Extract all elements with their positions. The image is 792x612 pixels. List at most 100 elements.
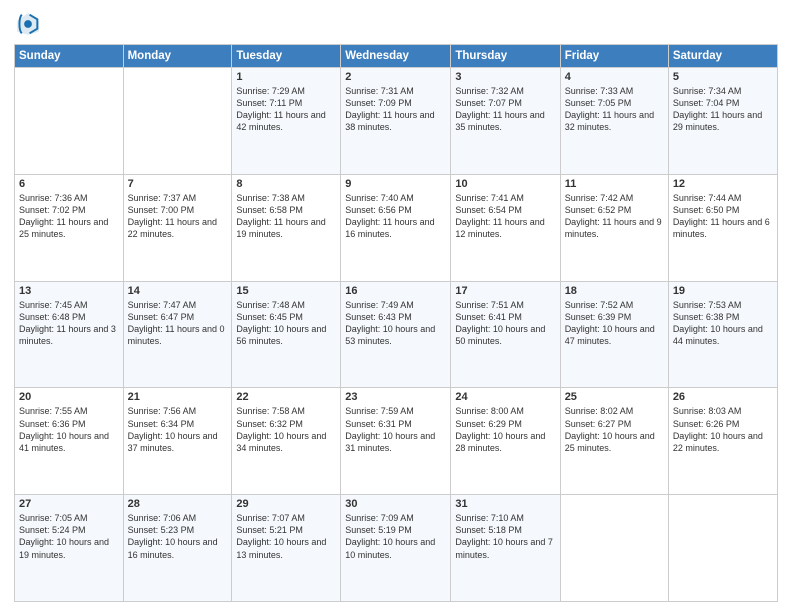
weekday-header-thursday: Thursday — [451, 45, 560, 68]
weekday-header-sunday: Sunday — [15, 45, 124, 68]
cell-sun-info: Sunrise: 7:37 AM Sunset: 7:00 PM Dayligh… — [128, 192, 228, 241]
cell-sun-info: Sunrise: 7:05 AM Sunset: 5:24 PM Dayligh… — [19, 512, 119, 561]
calendar-cell: 25 Sunrise: 8:02 AM Sunset: 6:27 PM Dayli… — [560, 388, 668, 495]
calendar-cell: 26Sunrise: 8:03 AM Sunset: 6:26 PM Dayli… — [668, 388, 777, 495]
calendar-table: SundayMondayTuesdayWednesdayThursdayFrid… — [14, 44, 778, 602]
calendar-cell: 2 Sunrise: 7:31 AM Sunset: 7:09 PM Daylig… — [341, 68, 451, 175]
calendar-cell — [123, 68, 232, 175]
calendar-week-row: 13 Sunrise: 7:45 AM Sunset: 6:48 PM Dayli… — [15, 281, 778, 388]
calendar-week-row: 20 Sunrise: 7:55 AM Sunset: 6:36 PM Dayli… — [15, 388, 778, 495]
logo — [14, 10, 46, 38]
cell-sun-info: Sunrise: 7:53 AM Sunset: 6:38 PM Dayligh… — [673, 299, 773, 348]
cell-sun-info: Sunrise: 7:55 AM Sunset: 6:36 PM Dayligh… — [19, 405, 119, 454]
weekday-header-wednesday: Wednesday — [341, 45, 451, 68]
calendar-cell: 18Sunrise: 7:52 AM Sunset: 6:39 PM Dayli… — [560, 281, 668, 388]
calendar-cell: 23Sunrise: 7:59 AM Sunset: 6:31 PM Dayli… — [341, 388, 451, 495]
calendar-cell: 24 Sunrise: 8:00 AM Sunset: 6:29 PM Dayli… — [451, 388, 560, 495]
day-number: 20 — [19, 391, 119, 403]
calendar-cell: 27 Sunrise: 7:05 AM Sunset: 5:24 PM Dayli… — [15, 495, 124, 602]
day-number: 6 — [19, 178, 119, 190]
day-number: 28 — [128, 498, 228, 510]
day-number: 13 — [19, 285, 119, 297]
cell-sun-info: Sunrise: 8:02 AM Sunset: 6:27 PM Dayligh… — [565, 405, 664, 454]
day-number: 27 — [19, 498, 119, 510]
cell-sun-info: Sunrise: 7:47 AM Sunset: 6:47 PM Dayligh… — [128, 299, 228, 348]
cell-sun-info: Sunrise: 7:06 AM Sunset: 5:23 PM Dayligh… — [128, 512, 228, 561]
day-number: 24 — [455, 391, 555, 403]
day-number: 25 — [565, 391, 664, 403]
day-number: 19 — [673, 285, 773, 297]
cell-sun-info: Sunrise: 7:34 AM Sunset: 7:04 PM Dayligh… — [673, 85, 773, 134]
weekday-header-row: SundayMondayTuesdayWednesdayThursdayFrid… — [15, 45, 778, 68]
day-number: 30 — [345, 498, 446, 510]
cell-sun-info: Sunrise: 7:51 AM Sunset: 6:41 PM Dayligh… — [455, 299, 555, 348]
calendar-cell: 30 Sunrise: 7:09 AM Sunset: 5:19 PM Dayli… — [341, 495, 451, 602]
day-number: 26 — [673, 391, 773, 403]
day-number: 10 — [455, 178, 555, 190]
cell-sun-info: Sunrise: 7:10 AM Sunset: 5:18 PM Dayligh… — [455, 512, 555, 561]
calendar-cell: 20 Sunrise: 7:55 AM Sunset: 6:36 PM Dayli… — [15, 388, 124, 495]
calendar-cell: 21 Sunrise: 7:56 AM Sunset: 6:34 PM Dayli… — [123, 388, 232, 495]
calendar-cell: 11 Sunrise: 7:42 AM Sunset: 6:52 PM Dayli… — [560, 174, 668, 281]
calendar-cell: 22 Sunrise: 7:58 AM Sunset: 6:32 PM Dayli… — [232, 388, 341, 495]
cell-sun-info: Sunrise: 7:38 AM Sunset: 6:58 PM Dayligh… — [236, 192, 336, 241]
calendar-cell: 13 Sunrise: 7:45 AM Sunset: 6:48 PM Dayli… — [15, 281, 124, 388]
day-number: 4 — [565, 71, 664, 83]
day-number: 12 — [673, 178, 773, 190]
day-number: 16 — [345, 285, 446, 297]
cell-sun-info: Sunrise: 8:00 AM Sunset: 6:29 PM Dayligh… — [455, 405, 555, 454]
calendar-cell: 14 Sunrise: 7:47 AM Sunset: 6:47 PM Dayli… — [123, 281, 232, 388]
calendar-cell: 7 Sunrise: 7:37 AM Sunset: 7:00 PM Daylig… — [123, 174, 232, 281]
calendar-cell — [15, 68, 124, 175]
calendar-cell: 9 Sunrise: 7:40 AM Sunset: 6:56 PM Daylig… — [341, 174, 451, 281]
cell-sun-info: Sunrise: 7:44 AM Sunset: 6:50 PM Dayligh… — [673, 192, 773, 241]
cell-sun-info: Sunrise: 7:07 AM Sunset: 5:21 PM Dayligh… — [236, 512, 336, 561]
cell-sun-info: Sunrise: 7:58 AM Sunset: 6:32 PM Dayligh… — [236, 405, 336, 454]
calendar-cell: 28 Sunrise: 7:06 AM Sunset: 5:23 PM Dayli… — [123, 495, 232, 602]
day-number: 31 — [455, 498, 555, 510]
calendar-cell: 29 Sunrise: 7:07 AM Sunset: 5:21 PM Dayli… — [232, 495, 341, 602]
calendar-cell: 1Sunrise: 7:29 AM Sunset: 7:11 PM Daylig… — [232, 68, 341, 175]
day-number: 11 — [565, 178, 664, 190]
calendar-cell: 3Sunrise: 7:32 AM Sunset: 7:07 PM Daylig… — [451, 68, 560, 175]
weekday-header-tuesday: Tuesday — [232, 45, 341, 68]
day-number: 14 — [128, 285, 228, 297]
calendar-cell — [560, 495, 668, 602]
cell-sun-info: Sunrise: 7:36 AM Sunset: 7:02 PM Dayligh… — [19, 192, 119, 241]
calendar-week-row: 1Sunrise: 7:29 AM Sunset: 7:11 PM Daylig… — [15, 68, 778, 175]
cell-sun-info: Sunrise: 7:32 AM Sunset: 7:07 PM Dayligh… — [455, 85, 555, 134]
day-number: 21 — [128, 391, 228, 403]
calendar-cell: 12 Sunrise: 7:44 AM Sunset: 6:50 PM Dayli… — [668, 174, 777, 281]
calendar-cell: 4 Sunrise: 7:33 AM Sunset: 7:05 PM Daylig… — [560, 68, 668, 175]
cell-sun-info: Sunrise: 7:42 AM Sunset: 6:52 PM Dayligh… — [565, 192, 664, 241]
day-number: 22 — [236, 391, 336, 403]
calendar-cell: 19 Sunrise: 7:53 AM Sunset: 6:38 PM Dayli… — [668, 281, 777, 388]
calendar-cell: 16 Sunrise: 7:49 AM Sunset: 6:43 PM Dayli… — [341, 281, 451, 388]
calendar-cell: 17 Sunrise: 7:51 AM Sunset: 6:41 PM Dayli… — [451, 281, 560, 388]
cell-sun-info: Sunrise: 7:56 AM Sunset: 6:34 PM Dayligh… — [128, 405, 228, 454]
weekday-header-friday: Friday — [560, 45, 668, 68]
day-number: 17 — [455, 285, 555, 297]
cell-sun-info: Sunrise: 7:49 AM Sunset: 6:43 PM Dayligh… — [345, 299, 446, 348]
cell-sun-info: Sunrise: 7:59 AM Sunset: 6:31 PM Dayligh… — [345, 405, 446, 454]
calendar-cell — [668, 495, 777, 602]
logo-icon — [14, 10, 42, 38]
cell-sun-info: Sunrise: 7:52 AM Sunset: 6:39 PM Dayligh… — [565, 299, 664, 348]
cell-sun-info: Sunrise: 7:09 AM Sunset: 5:19 PM Dayligh… — [345, 512, 446, 561]
cell-sun-info: Sunrise: 7:31 AM Sunset: 7:09 PM Dayligh… — [345, 85, 446, 134]
calendar-cell: 10Sunrise: 7:41 AM Sunset: 6:54 PM Dayli… — [451, 174, 560, 281]
day-number: 29 — [236, 498, 336, 510]
day-number: 9 — [345, 178, 446, 190]
weekday-header-monday: Monday — [123, 45, 232, 68]
cell-sun-info: Sunrise: 7:33 AM Sunset: 7:05 PM Dayligh… — [565, 85, 664, 134]
cell-sun-info: Sunrise: 7:40 AM Sunset: 6:56 PM Dayligh… — [345, 192, 446, 241]
calendar-cell: 31 Sunrise: 7:10 AM Sunset: 5:18 PM Dayli… — [451, 495, 560, 602]
day-number: 5 — [673, 71, 773, 83]
cell-sun-info: Sunrise: 7:45 AM Sunset: 6:48 PM Dayligh… — [19, 299, 119, 348]
header — [14, 10, 778, 38]
cell-sun-info: Sunrise: 7:29 AM Sunset: 7:11 PM Dayligh… — [236, 85, 336, 134]
day-number: 7 — [128, 178, 228, 190]
day-number: 2 — [345, 71, 446, 83]
calendar-cell: 6 Sunrise: 7:36 AM Sunset: 7:02 PM Daylig… — [15, 174, 124, 281]
calendar-week-row: 6 Sunrise: 7:36 AM Sunset: 7:02 PM Daylig… — [15, 174, 778, 281]
